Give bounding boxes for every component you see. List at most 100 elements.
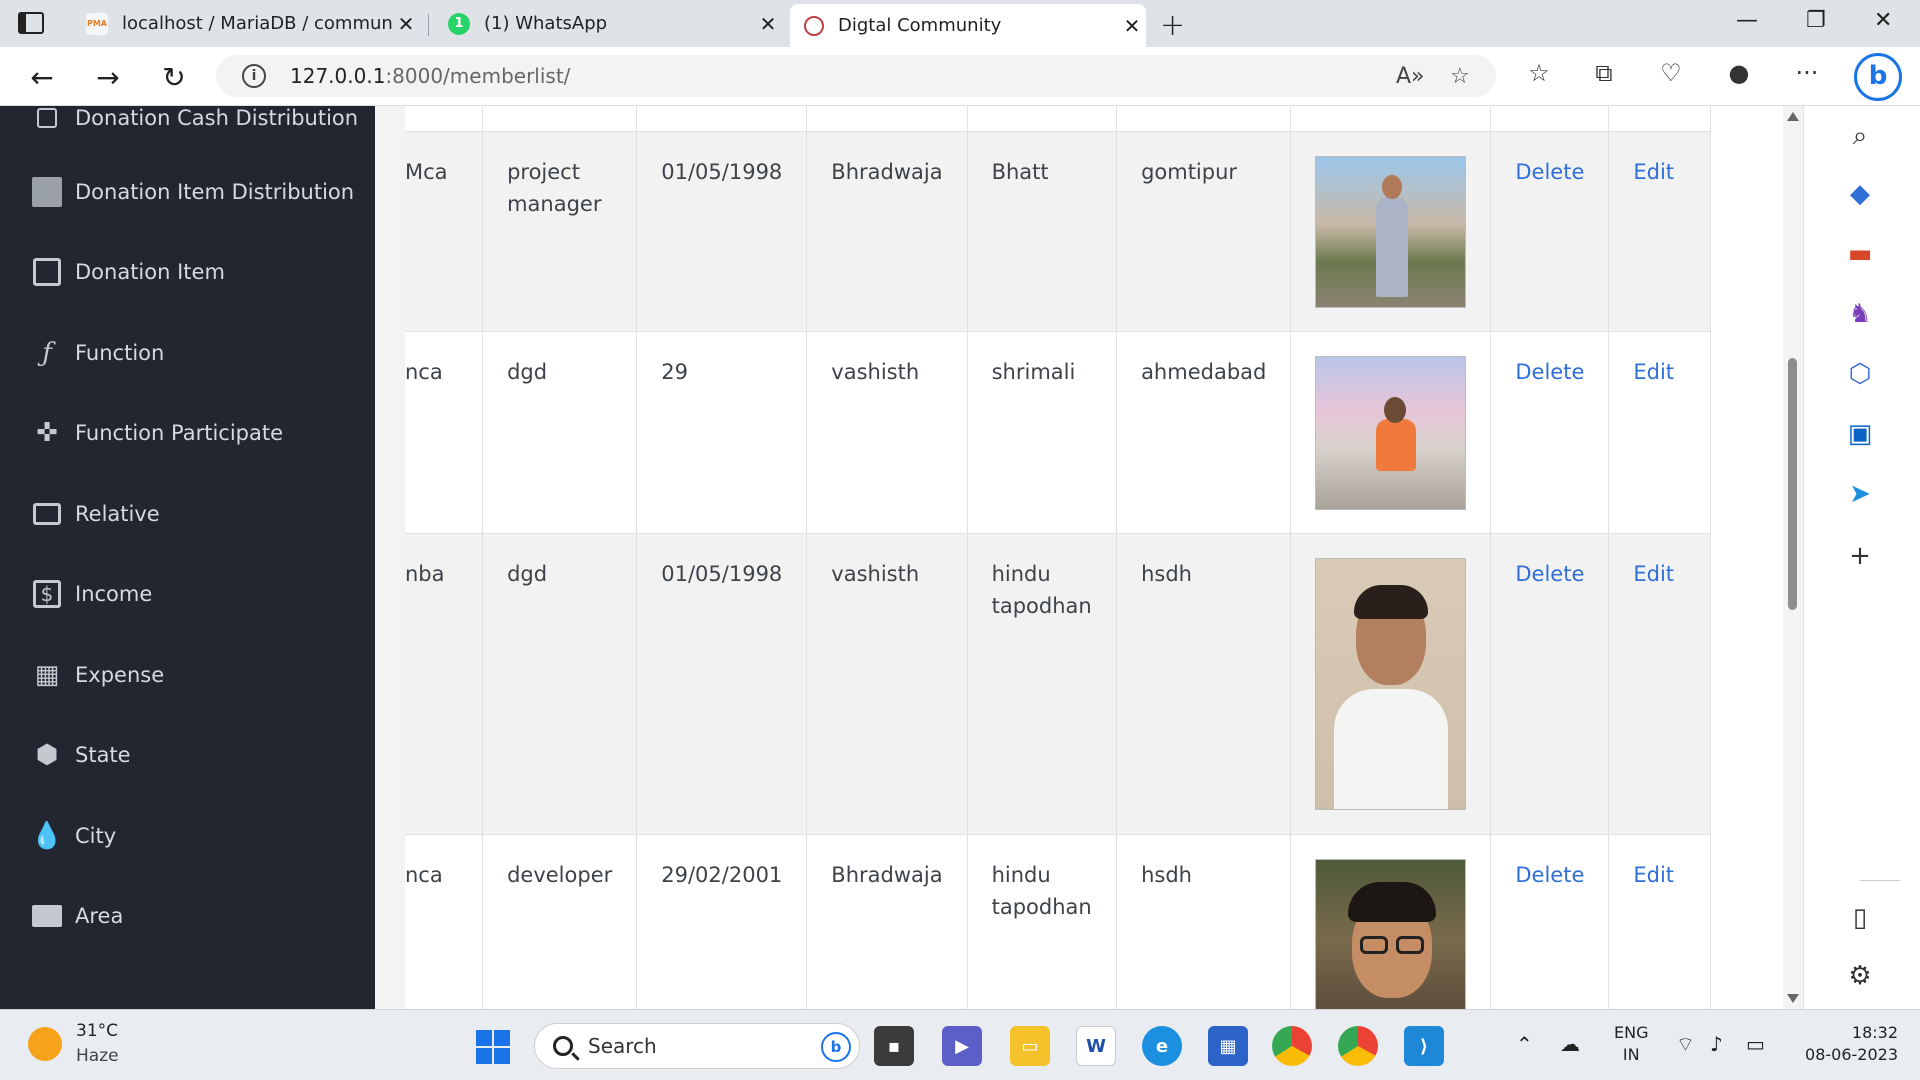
games-icon[interactable]: ♞ bbox=[1842, 296, 1878, 332]
weather-temperature[interactable]: 31°C bbox=[76, 1021, 118, 1041]
member-table: Mca project manager 01/05/1998 Bhradwaja… bbox=[405, 106, 1711, 1009]
show-hidden-icons-icon[interactable]: ⌃ bbox=[1516, 1032, 1533, 1056]
member-list-card: Mca project manager 01/05/1998 Bhradwaja… bbox=[405, 106, 1783, 1009]
volume-icon[interactable]: ♪ bbox=[1710, 1032, 1723, 1056]
sidebar-divider bbox=[1860, 880, 1900, 881]
sidebar-item-label: Donation Cash Distribution bbox=[75, 106, 359, 130]
writer-app-icon[interactable]: W bbox=[1076, 1026, 1116, 1066]
scroll-down-arrow-icon[interactable] bbox=[1787, 994, 1799, 1003]
sidebar-item-label: Relative bbox=[75, 502, 160, 526]
vscode-icon[interactable]: ⟩ bbox=[1404, 1026, 1444, 1066]
delete-link[interactable]: Delete bbox=[1515, 360, 1584, 384]
bing-chat-icon[interactable]: b bbox=[1854, 53, 1902, 101]
collections-icon[interactable]: ⧉ bbox=[1587, 59, 1621, 87]
weather-sun-icon[interactable] bbox=[28, 1027, 62, 1061]
sidebar-item-donation-item[interactable]: Donation Item bbox=[30, 252, 225, 292]
favorites-icon[interactable]: ☆ bbox=[1522, 59, 1556, 87]
profile-icon[interactable]: ● bbox=[1722, 59, 1756, 87]
add-favorite-icon[interactable]: ☆ bbox=[1450, 64, 1470, 89]
edit-link[interactable]: Edit bbox=[1633, 160, 1674, 184]
tab-actions-icon[interactable] bbox=[18, 12, 44, 34]
shopping-tag-icon[interactable]: ◆ bbox=[1842, 176, 1878, 212]
search-icon[interactable]: ⌕ bbox=[1842, 118, 1878, 154]
outlook-icon[interactable]: ▣ bbox=[1842, 416, 1878, 452]
delete-link[interactable]: Delete bbox=[1515, 562, 1584, 586]
cell-occupation: project manager bbox=[482, 131, 638, 332]
chrome-profile-icon[interactable] bbox=[1338, 1026, 1378, 1066]
read-aloud-icon[interactable]: A» bbox=[1396, 64, 1425, 89]
table-row-partial bbox=[405, 106, 1711, 132]
windows-taskbar: 31°C Haze Search b ▪ ▶ ▭ W e ▦ ⟩ ⌃ ☁ ENG… bbox=[0, 1009, 1920, 1080]
tab-whatsapp[interactable]: 1 (1) WhatsApp ✕ bbox=[434, 4, 782, 43]
onedrive-cloud-icon[interactable]: ☁ bbox=[1560, 1032, 1580, 1056]
tab-digtal-community[interactable]: Digtal Community ✕ bbox=[790, 4, 1146, 47]
more-options-icon[interactable]: ··· bbox=[1790, 59, 1824, 87]
close-tab-icon[interactable]: ✕ bbox=[1118, 14, 1146, 38]
minimize-icon[interactable]: — bbox=[1736, 8, 1758, 33]
delete-link[interactable]: Delete bbox=[1515, 863, 1584, 887]
scroll-up-arrow-icon[interactable] bbox=[1787, 112, 1799, 121]
edit-link[interactable]: Edit bbox=[1633, 562, 1674, 586]
system-clock[interactable]: 18:32 08-06-2023 bbox=[1800, 1022, 1898, 1066]
cell-dob: 29/02/2001 bbox=[636, 834, 808, 1009]
settings-gear-icon[interactable]: ⚙ bbox=[1842, 958, 1878, 994]
edit-link[interactable]: Edit bbox=[1633, 360, 1674, 384]
page-scrollbar[interactable] bbox=[1783, 106, 1803, 1009]
restore-icon[interactable]: ❐ bbox=[1806, 8, 1826, 33]
cell-area: ahmedabad bbox=[1116, 331, 1292, 534]
address-bar[interactable]: i 127.0.0.1:8000/memberlist/ A» ☆ bbox=[216, 55, 1496, 97]
drop-icon: 💧 bbox=[30, 821, 64, 851]
sidebar-item-function-participate[interactable]: ✜ Function Participate bbox=[30, 413, 283, 453]
cell-caste: shrimali bbox=[967, 331, 1118, 534]
refresh-icon[interactable]: ↻ bbox=[154, 57, 194, 97]
sidebar-item-relative[interactable]: Relative bbox=[30, 494, 160, 534]
close-window-icon[interactable]: ✕ bbox=[1874, 8, 1892, 33]
sidebar-item-area[interactable]: Area bbox=[30, 896, 123, 936]
windows-start-icon[interactable] bbox=[476, 1030, 510, 1064]
url-text[interactable]: 127.0.0.1:8000/memberlist/ bbox=[290, 64, 570, 88]
function-icon: ƒ bbox=[42, 338, 52, 368]
chrome-icon[interactable] bbox=[1272, 1026, 1312, 1066]
tab-phpmyadmin[interactable]: PMA localhost / MariaDB / community ✕ bbox=[72, 4, 420, 43]
sidebar-item-income[interactable]: $ Income bbox=[30, 574, 152, 614]
battery-icon[interactable]: ▭ bbox=[1746, 1032, 1765, 1056]
back-icon[interactable]: ← bbox=[22, 57, 62, 97]
microsoft-store-icon[interactable]: ▦ bbox=[1208, 1026, 1248, 1066]
whatsapp-icon: 1 bbox=[448, 12, 470, 35]
add-icon[interactable]: + bbox=[1842, 538, 1878, 574]
close-tab-icon[interactable]: ✕ bbox=[392, 12, 420, 36]
microsoft365-icon[interactable]: ⬡ bbox=[1842, 356, 1878, 392]
sidebar-item-donation-cash-distribution[interactable]: Donation Cash Distribution bbox=[30, 106, 358, 138]
sidebar-item-label: Expense bbox=[75, 663, 165, 687]
sidebar-item-city[interactable]: 💧 City bbox=[30, 816, 116, 856]
hide-sidebar-icon[interactable]: ▯ bbox=[1842, 900, 1878, 936]
sidebar-item-donation-item-distribution[interactable]: Donation Item Distribution bbox=[30, 172, 354, 212]
task-view-icon[interactable]: ▪ bbox=[874, 1026, 914, 1066]
sidebar-item-function[interactable]: ƒ Function bbox=[30, 333, 164, 373]
teams-chat-icon[interactable]: ▶ bbox=[942, 1026, 982, 1066]
sidebar-item-expense[interactable]: ▦ Expense bbox=[30, 655, 164, 695]
send-icon[interactable]: ➤ bbox=[1842, 476, 1878, 512]
file-explorer-icon[interactable]: ▭ bbox=[1010, 1026, 1050, 1066]
delete-link[interactable]: Delete bbox=[1515, 160, 1584, 184]
tools-icon[interactable]: ▬ bbox=[1842, 236, 1878, 272]
site-info-icon[interactable]: i bbox=[242, 64, 266, 88]
sidebar-item-label: Function bbox=[75, 341, 165, 365]
cell-education: nca bbox=[405, 331, 484, 534]
edit-link[interactable]: Edit bbox=[1633, 863, 1674, 887]
sidebar-item-state[interactable]: ⬢ State bbox=[30, 735, 131, 775]
wifi-icon[interactable]: ⌔ bbox=[1676, 1032, 1695, 1057]
taskbar-search[interactable]: Search b bbox=[534, 1023, 860, 1069]
forward-icon[interactable]: → bbox=[88, 57, 128, 97]
scroll-thumb[interactable] bbox=[1788, 358, 1797, 610]
edge-browser-icon[interactable]: e bbox=[1142, 1026, 1182, 1066]
bing-icon[interactable]: b bbox=[821, 1032, 851, 1062]
browser-essentials-icon[interactable]: ♡ bbox=[1654, 59, 1688, 87]
new-tab-icon[interactable]: + bbox=[1160, 8, 1185, 43]
member-photo-4 bbox=[1315, 858, 1467, 1009]
language-indicator[interactable]: ENG IN bbox=[1614, 1022, 1648, 1066]
tab-title: (1) WhatsApp bbox=[484, 13, 608, 34]
close-tab-icon[interactable]: ✕ bbox=[754, 12, 782, 36]
cell-dob: 01/05/1998 bbox=[636, 131, 808, 332]
weather-description[interactable]: Haze bbox=[76, 1046, 119, 1066]
